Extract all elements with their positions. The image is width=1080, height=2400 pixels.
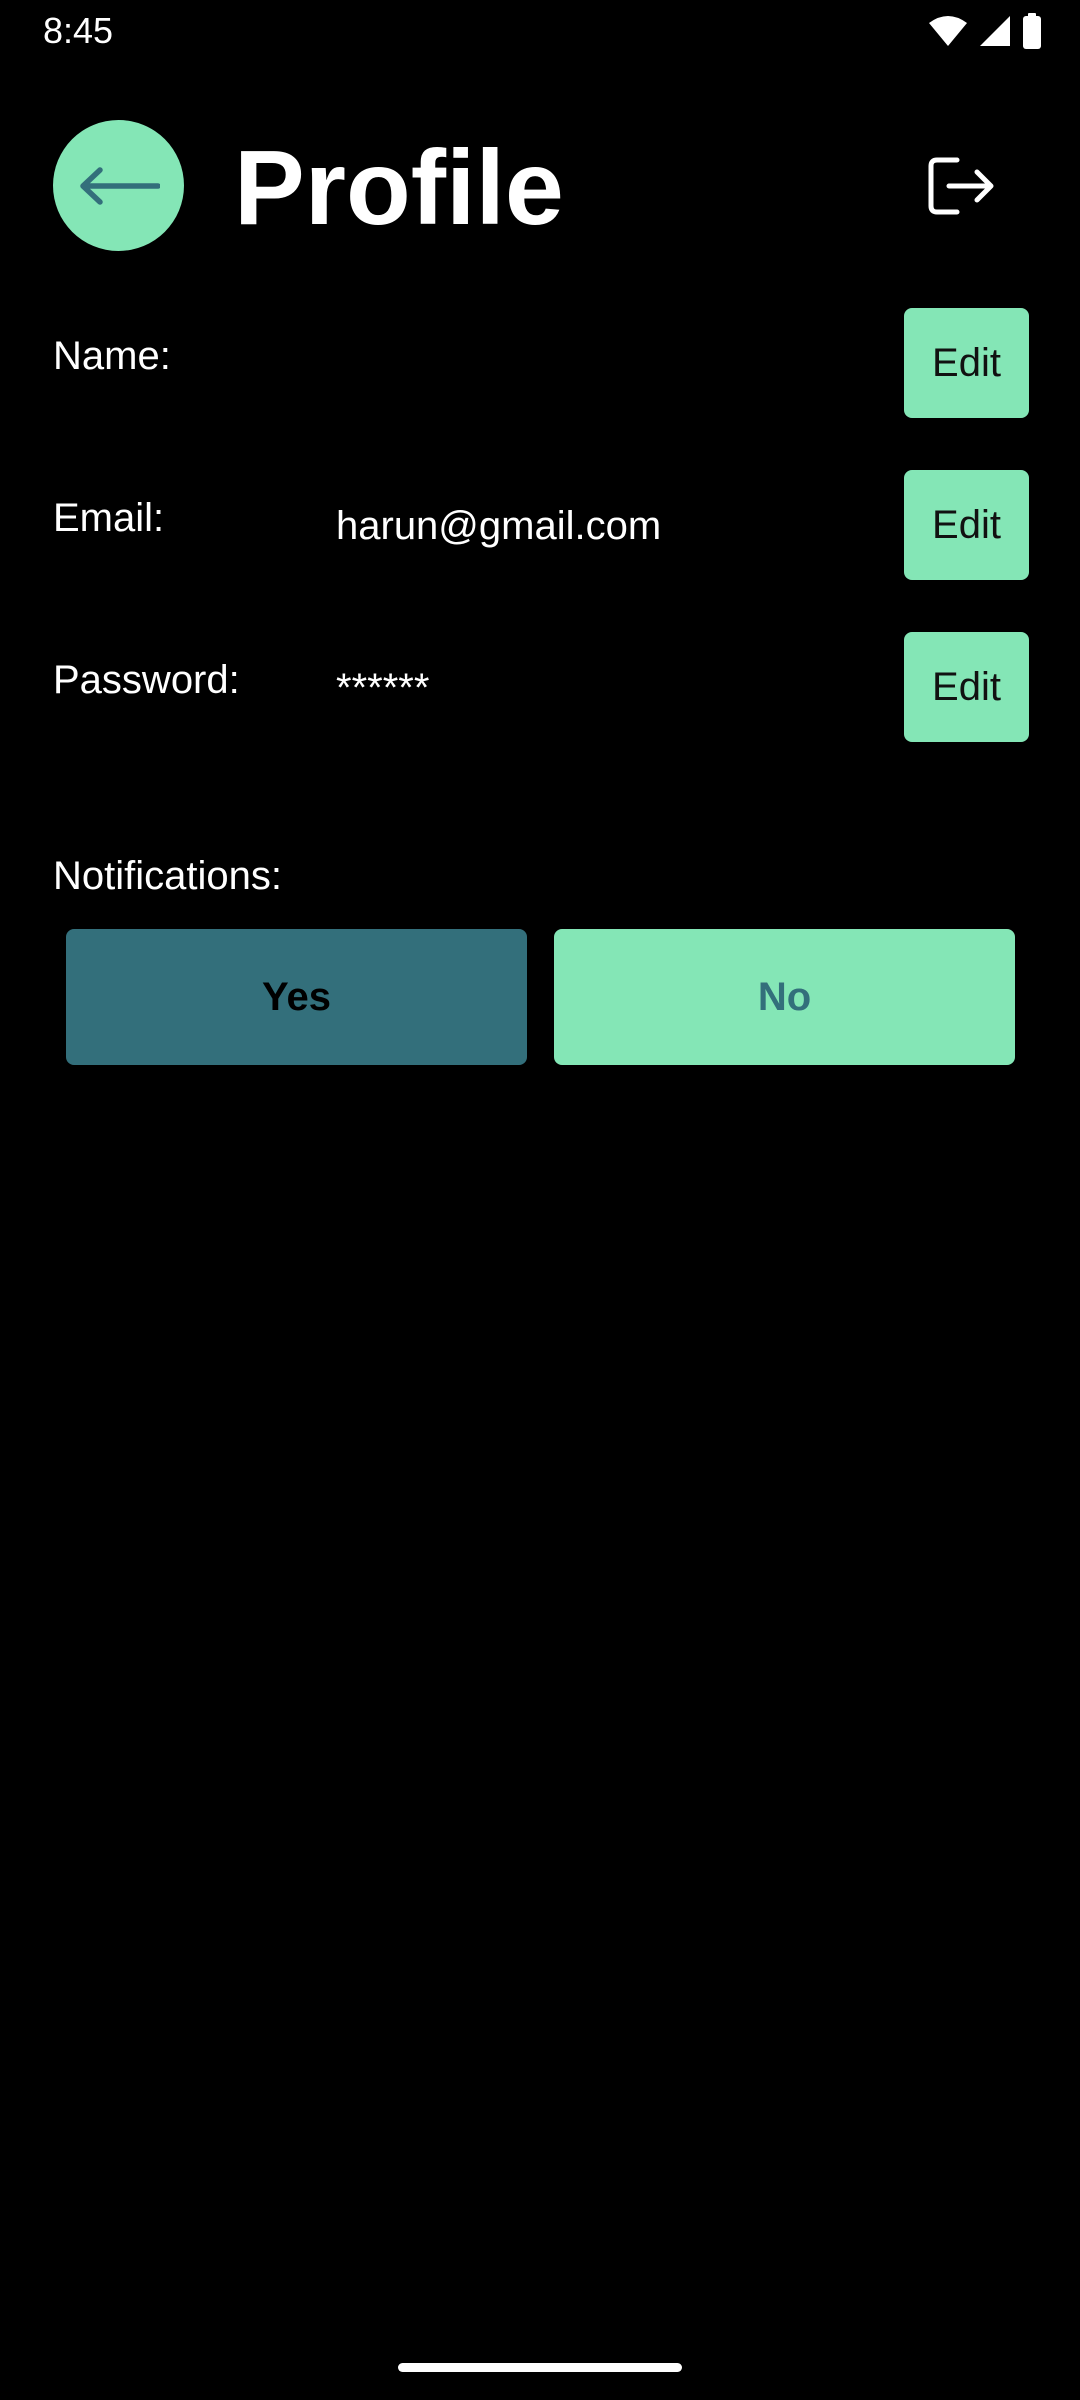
edit-password-button[interactable]: Edit bbox=[904, 632, 1029, 742]
cell-signal-icon bbox=[978, 14, 1012, 48]
status-bar: 8:45 bbox=[0, 0, 1080, 62]
arrow-left-icon bbox=[78, 166, 161, 206]
page-title: Profile bbox=[234, 129, 564, 247]
password-label: Password: bbox=[53, 658, 240, 702]
notifications-no-button[interactable]: No bbox=[554, 929, 1015, 1065]
wifi-icon bbox=[928, 15, 968, 47]
battery-icon bbox=[1022, 13, 1042, 49]
edit-email-button[interactable]: Edit bbox=[904, 470, 1029, 580]
back-button[interactable] bbox=[53, 120, 184, 251]
home-indicator[interactable] bbox=[398, 2363, 682, 2372]
edit-name-button[interactable]: Edit bbox=[904, 308, 1029, 418]
password-value: ****** bbox=[336, 666, 430, 710]
status-icons bbox=[928, 13, 1042, 49]
logout-icon bbox=[927, 156, 995, 216]
logout-button[interactable] bbox=[923, 148, 999, 224]
status-time: 8:45 bbox=[43, 10, 114, 51]
notifications-label: Notifications: bbox=[53, 854, 282, 898]
name-label: Name: bbox=[53, 334, 171, 378]
notifications-yes-button[interactable]: Yes bbox=[66, 929, 527, 1065]
email-label: Email: bbox=[53, 496, 165, 540]
email-value: harun@gmail.com bbox=[336, 504, 662, 548]
